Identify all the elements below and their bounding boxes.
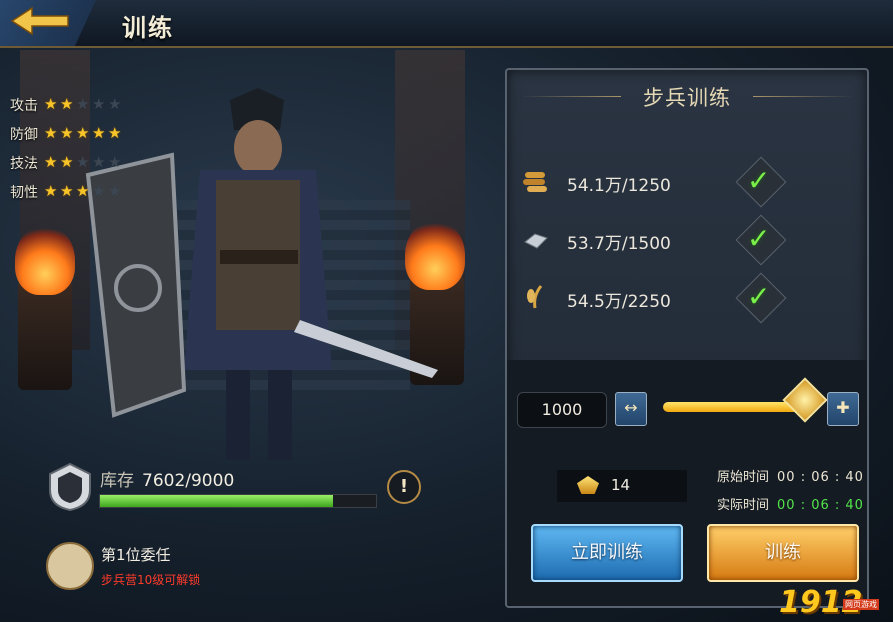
star-icon: ★ [108,182,122,200]
stat-row: 攻击 ★ ★ ★ ★ ★ [10,90,124,119]
original-time-value: 00 : 06 : 40 [777,470,864,485]
star-icon: ★ [44,153,58,171]
gold-cost-value: 14 [611,476,631,494]
train-button[interactable]: 训练 [707,524,859,582]
star-icon: ★ [60,153,74,171]
iron-icon [524,233,548,249]
check-icon: ✓ [747,280,771,313]
shield-icon [49,462,91,512]
slider-handle[interactable] [782,377,828,423]
star-icon: ★ [60,124,74,142]
star-icon: ★ [76,153,90,171]
instant-train-button[interactable]: 立即训练 [531,524,683,582]
scroll-icon [46,542,94,590]
gold-ingot-icon [577,476,599,494]
check-icon: ✓ [747,164,771,197]
grain-icon [527,285,543,309]
watermark-sub: 网页游戏 [843,599,879,610]
soldier-stats: 攻击 ★ ★ ★ ★ ★ 防御 ★ ★ ★ ★ ★ 技法 ★ ★ ★ ★ ★ 韧性 ★ ★ ★ ★ ★ [10,90,124,206]
star-icon: ★ [76,182,90,200]
stock-readout: 库存 7602/9000 [100,466,234,491]
stock-label: 库存 [100,471,134,491]
star-icon: ★ [92,153,106,171]
original-time-label: 原始时间 [717,470,770,485]
top-header-bar: 训练 [0,0,893,48]
stat-label: 韧性 [10,184,38,201]
star-icon: ★ [108,95,122,113]
commission-unlock-note: 步兵营10级可解锁 [101,573,201,587]
original-time: 原始时间 00 : 06 : 40 [717,466,864,485]
stat-label: 技法 [10,155,38,172]
actual-time-label: 实际时间 [717,498,770,513]
star-icon: ★ [60,182,74,200]
commission-title: 第1位委任 [101,546,171,564]
star-icon: ★ [44,95,58,113]
resource-row-iron: 53.7万/1500 ✓ [507,214,867,266]
stat-label: 防御 [10,126,38,143]
grain-amount: 54.5万/2250 [567,292,671,312]
star-icon: ★ [92,95,106,113]
stat-label: 攻击 [10,97,38,114]
brazier-left [18,280,72,390]
training-controls: 1000 ↔ ✚ 14 原始时间 00 : 06 : 40 实际时间 00 : 06… [507,360,867,604]
back-button[interactable] [0,0,96,46]
stock-progress-fill [100,495,334,507]
actual-time: 实际时间 00 : 06 : 40 [717,494,864,513]
star-icon: ★ [76,124,90,142]
page-title: 训练 [122,14,174,42]
star-icon: ★ [92,182,106,200]
star-icon: ★ [44,124,58,142]
gold-cost: 14 [557,470,687,502]
stat-row: 技法 ★ ★ ★ ★ ★ [10,148,124,177]
info-button[interactable]: ! [387,470,421,504]
stock-value: 7602/9000 [142,471,235,491]
wood-amount: 54.1万/1250 [567,176,671,196]
quantity-input[interactable]: 1000 [517,392,607,428]
stat-row: 韧性 ★ ★ ★ ★ ★ [10,177,124,206]
decrease-button[interactable]: ↔ [615,392,647,426]
wood-icon [523,172,547,192]
resource-row-wood: 54.1万/1250 ✓ [507,156,867,208]
iron-amount: 53.7万/1500 [567,234,671,254]
resource-row-grain: 54.5万/2250 ✓ [507,272,867,324]
star-icon: ★ [108,124,122,142]
star-icon: ★ [92,124,106,142]
star-icon: ★ [44,182,58,200]
training-panel: 步兵训练 54.1万/1250 ✓ 53.7万/1500 ✓ 54.5万/225… [505,68,869,608]
star-icon: ★ [108,153,122,171]
stock-progress-bar [99,494,377,508]
star-icon: ★ [60,95,74,113]
actual-time-value: 00 : 06 : 40 [777,498,864,513]
infantry-soldier-figure [85,88,438,460]
stat-row: 防御 ★ ★ ★ ★ ★ [10,119,124,148]
fire-left [15,225,75,295]
star-icon: ★ [76,95,90,113]
back-arrow-icon [10,6,69,36]
increase-button[interactable]: ✚ [827,392,859,426]
panel-title: 步兵训练 [643,86,731,110]
check-icon: ✓ [747,222,771,255]
title-divider-right [753,96,853,97]
